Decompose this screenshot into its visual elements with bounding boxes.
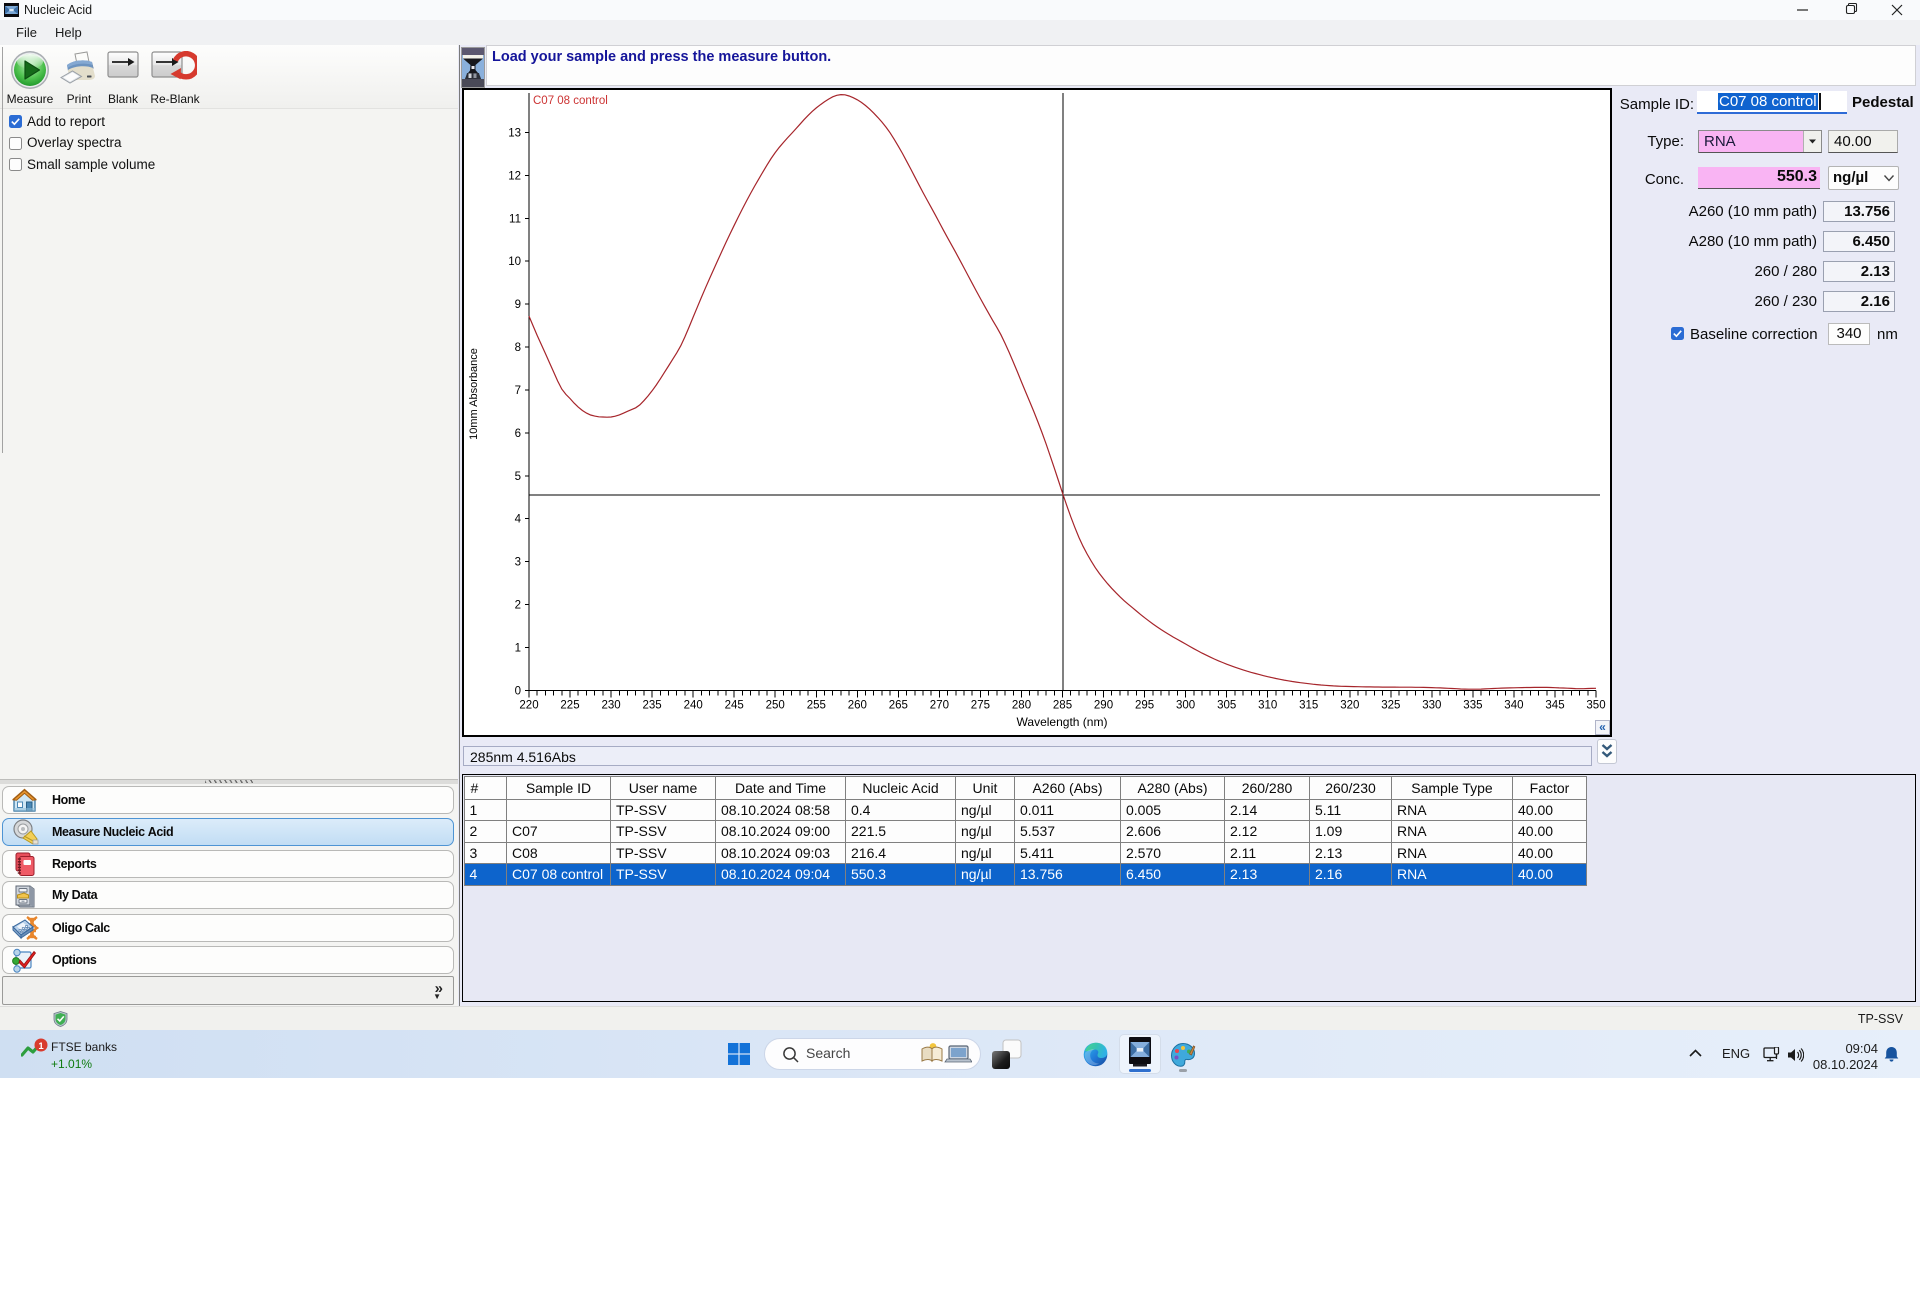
svg-text:Wavelength (nm): Wavelength (nm) [1017, 715, 1108, 729]
svg-text:1: 1 [38, 1041, 44, 1052]
svg-text:8: 8 [515, 342, 521, 354]
svg-text:C07 08 control: C07 08 control [533, 95, 608, 107]
svg-text:260: 260 [848, 699, 867, 711]
svg-text:10: 10 [508, 256, 521, 268]
svg-text:340: 340 [1504, 699, 1523, 711]
svg-text:1: 1 [515, 643, 521, 655]
svg-text:9: 9 [515, 299, 521, 311]
svg-text:300: 300 [1176, 699, 1195, 711]
svg-text:310: 310 [1258, 699, 1277, 711]
svg-text:0: 0 [515, 685, 521, 697]
svg-text:325: 325 [1381, 699, 1400, 711]
svg-text:10mm Absorbance: 10mm Absorbance [468, 348, 480, 440]
svg-text:290: 290 [1094, 699, 1113, 711]
svg-text:345: 345 [1545, 699, 1564, 711]
svg-text:295: 295 [1135, 699, 1154, 711]
svg-text:330: 330 [1422, 699, 1441, 711]
svg-text:305: 305 [1217, 699, 1236, 711]
svg-text:265: 265 [889, 699, 908, 711]
svg-text:320: 320 [1340, 699, 1359, 711]
svg-text:4: 4 [515, 514, 522, 526]
svg-text:6: 6 [515, 428, 521, 440]
svg-text:315: 315 [1299, 699, 1318, 711]
svg-text:230: 230 [602, 699, 621, 711]
svg-text:335: 335 [1463, 699, 1482, 711]
svg-text:250: 250 [766, 699, 785, 711]
svg-text:285: 285 [1053, 699, 1072, 711]
svg-text:7: 7 [515, 385, 521, 397]
svg-text:2: 2 [515, 600, 521, 612]
svg-text:270: 270 [930, 699, 949, 711]
svg-text:3: 3 [515, 557, 521, 569]
svg-text:225: 225 [560, 699, 579, 711]
svg-text:11: 11 [509, 213, 521, 225]
svg-text:275: 275 [971, 699, 990, 711]
svg-text:280: 280 [1012, 699, 1031, 711]
svg-text:12: 12 [508, 170, 521, 182]
svg-text:235: 235 [643, 699, 662, 711]
svg-text:220: 220 [519, 699, 538, 711]
svg-text:13: 13 [508, 127, 521, 139]
svg-text:5: 5 [515, 471, 521, 483]
svg-text:240: 240 [684, 699, 703, 711]
svg-text:245: 245 [725, 699, 744, 711]
svg-text:350: 350 [1586, 699, 1605, 711]
svg-text:255: 255 [807, 699, 826, 711]
